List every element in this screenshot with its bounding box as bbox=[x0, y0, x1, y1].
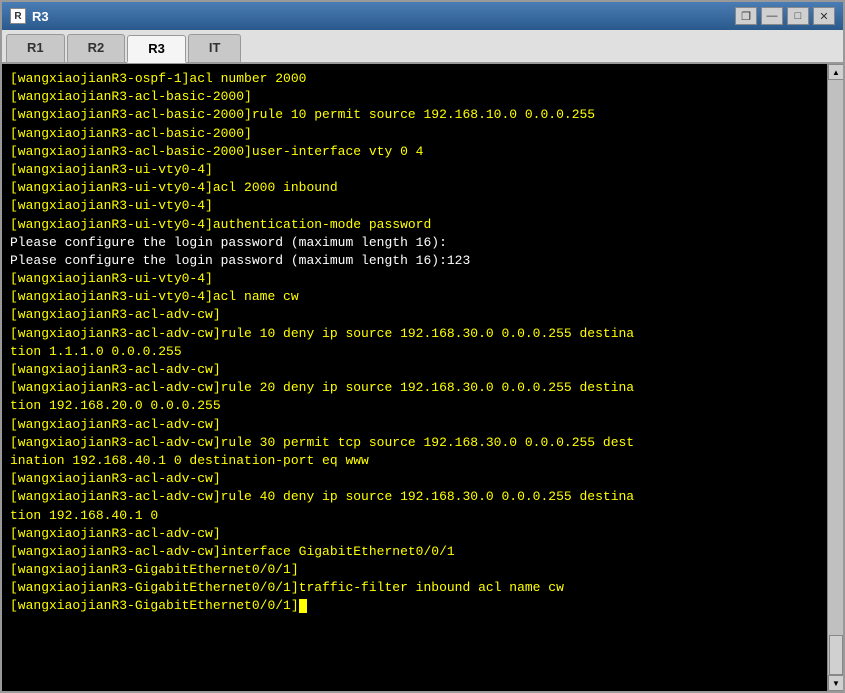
main-window: R R3 ❐ — □ ✕ R1 R2 R3 IT [wangxiaojianR3… bbox=[0, 0, 845, 693]
minimize-button[interactable]: — bbox=[761, 7, 783, 25]
tab-r3[interactable]: R3 bbox=[127, 35, 186, 63]
scroll-thumb[interactable] bbox=[829, 635, 843, 675]
restore-button[interactable]: ❐ bbox=[735, 7, 757, 25]
terminal-container: [wangxiaojianR3-ospf-1]acl number 2000 [… bbox=[2, 64, 843, 691]
tab-bar: R1 R2 R3 IT bbox=[2, 30, 843, 64]
scrollbar[interactable]: ▲ ▼ bbox=[827, 64, 843, 691]
scroll-up-button[interactable]: ▲ bbox=[828, 64, 843, 80]
title-bar-left: R R3 bbox=[10, 8, 49, 24]
title-bar: R R3 ❐ — □ ✕ bbox=[2, 2, 843, 30]
window-title: R3 bbox=[32, 9, 49, 24]
close-button[interactable]: ✕ bbox=[813, 7, 835, 25]
tab-r1[interactable]: R1 bbox=[6, 34, 65, 62]
scroll-track[interactable] bbox=[828, 80, 843, 675]
title-bar-controls: ❐ — □ ✕ bbox=[735, 7, 835, 25]
tab-it[interactable]: IT bbox=[188, 34, 242, 62]
terminal-output[interactable]: [wangxiaojianR3-ospf-1]acl number 2000 [… bbox=[2, 64, 827, 691]
tab-r2[interactable]: R2 bbox=[67, 34, 126, 62]
scroll-down-button[interactable]: ▼ bbox=[828, 675, 843, 691]
maximize-button[interactable]: □ bbox=[787, 7, 809, 25]
window-icon: R bbox=[10, 8, 26, 24]
